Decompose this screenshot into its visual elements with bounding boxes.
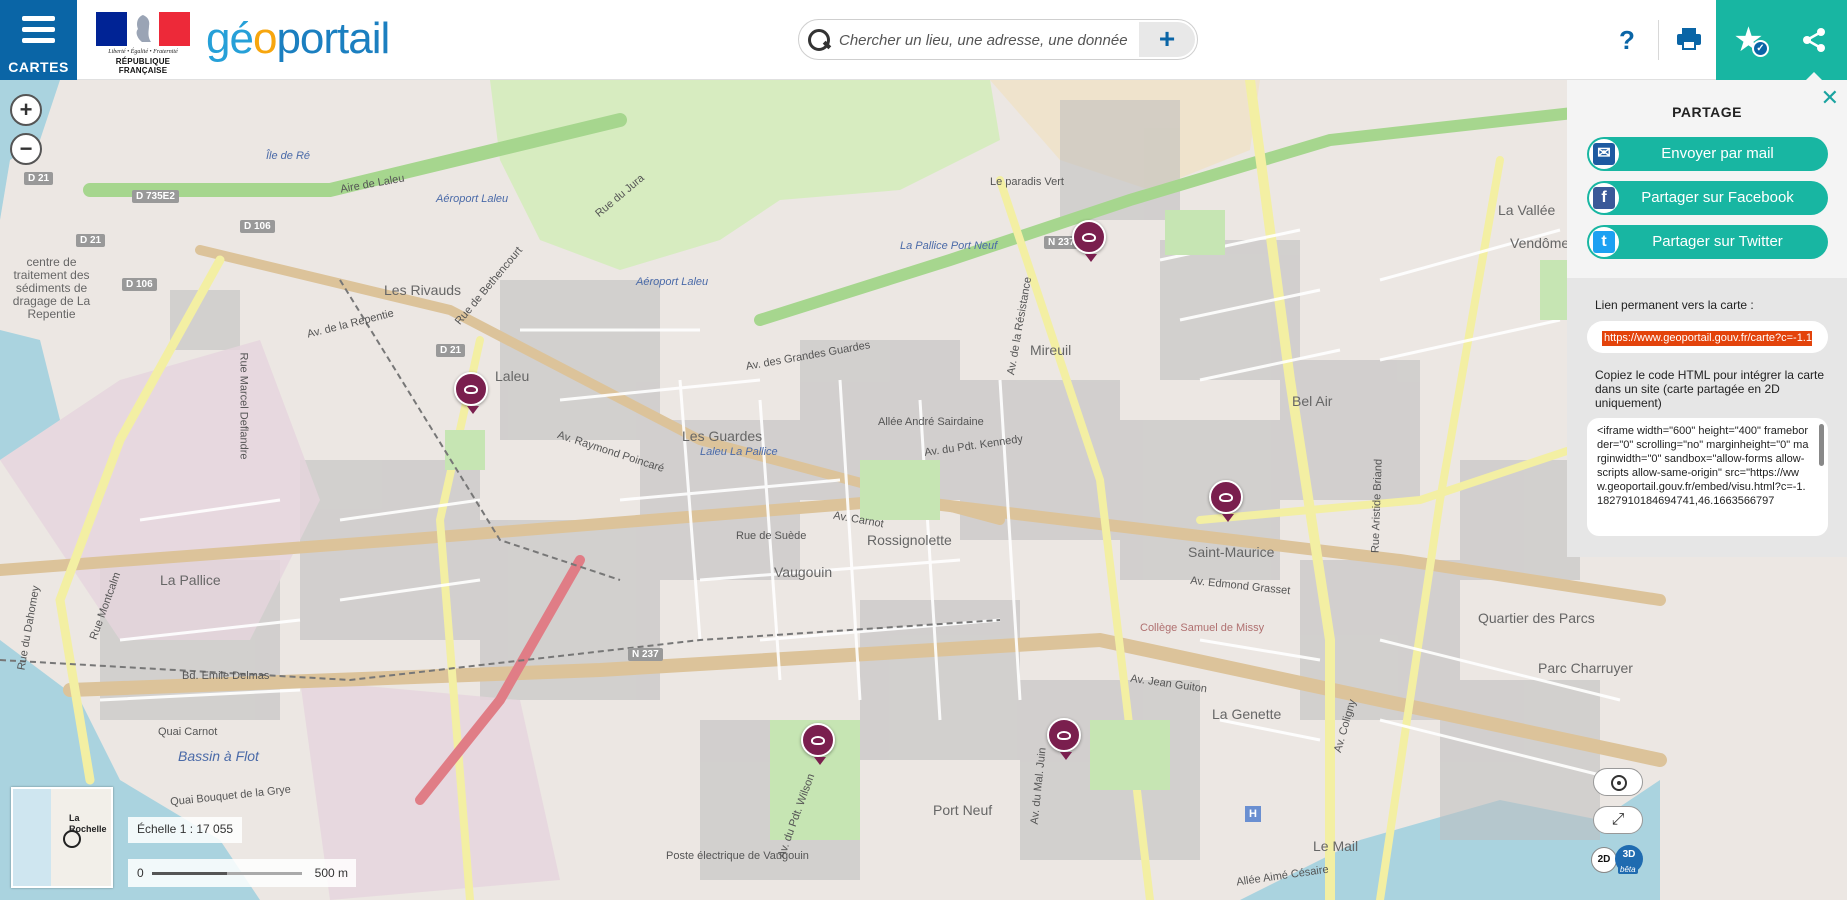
road-shield: N 237 xyxy=(628,648,663,661)
marianne-icon xyxy=(96,12,190,46)
zoom-in-button[interactable]: + xyxy=(10,94,42,126)
permalink-field[interactable]: https://www.geoportail.gouv.fr/carte?c=-… xyxy=(1587,321,1828,353)
top-bar: CARTES Liberté • Égalité • Fraternité RÉ… xyxy=(0,0,1847,81)
favorites-button[interactable]: ★ ✓ xyxy=(1716,0,1781,80)
share-panel: ✕ PARTAGE ✉ Envoyer par mail f Partager … xyxy=(1567,80,1847,557)
help-button[interactable]: ? xyxy=(1597,0,1657,80)
print-button[interactable] xyxy=(1658,0,1718,80)
cartes-menu-button[interactable]: CARTES xyxy=(0,0,77,80)
road-shield: D 21 xyxy=(24,172,54,185)
stadium-marker[interactable] xyxy=(454,372,488,414)
embed-code[interactable]: <iframe width="600" height="400" framebo… xyxy=(1597,424,1809,508)
rf-motto: Liberté • Égalité • Fraternité xyxy=(108,49,178,55)
checkmark-icon: ✓ xyxy=(1752,40,1769,57)
2d-button[interactable]: 2D xyxy=(1591,847,1617,873)
share-facebook-button[interactable]: f Partager sur Facebook xyxy=(1587,181,1828,215)
scale-bar: 0 500 m xyxy=(128,859,356,887)
dimension-toggle: 2D 3D bêta xyxy=(1591,845,1647,875)
stadium-marker[interactable] xyxy=(1072,220,1106,262)
hospital-icon: H xyxy=(1245,806,1261,822)
scale-indicator: Échelle 1 : 17 055 xyxy=(128,817,243,843)
minimap-target-icon xyxy=(63,830,81,848)
road-shield: D 21 xyxy=(436,344,466,357)
search-icon[interactable] xyxy=(808,29,830,51)
scrollbar[interactable] xyxy=(1819,424,1824,466)
hamburger-icon xyxy=(22,16,55,49)
zoom-out-button[interactable]: − xyxy=(10,133,42,165)
republique-francaise-logo: Liberté • Égalité • Fraternité RÉPUBLIQU… xyxy=(96,12,190,75)
menu-label: CARTES xyxy=(8,59,69,75)
stadium-marker[interactable] xyxy=(1209,480,1243,522)
share-button[interactable] xyxy=(1781,0,1847,81)
embed-label: Copiez le code HTML pour intégrer la car… xyxy=(1595,368,1824,410)
advanced-search-button[interactable]: + xyxy=(1139,22,1195,57)
permalink-value[interactable]: https://www.geoportail.gouv.fr/carte?c=-… xyxy=(1602,331,1812,346)
embed-code-textarea[interactable]: <iframe width="600" height="400" framebo… xyxy=(1587,418,1828,536)
stadium-marker[interactable] xyxy=(1047,718,1081,760)
overview-minimap[interactable]: La Rochelle xyxy=(11,787,113,888)
beta-badge: bêta xyxy=(1618,865,1638,874)
share-icon xyxy=(1803,28,1825,52)
crosshair-icon xyxy=(1611,775,1627,791)
geolocation-button[interactable] xyxy=(1593,768,1643,796)
road-shield: D 21 xyxy=(76,234,106,247)
share-twitter-button[interactable]: t Partager sur Twitter xyxy=(1587,225,1828,259)
rf-name: RÉPUBLIQUE FRANÇAISE xyxy=(115,57,171,75)
search-bar: + xyxy=(798,19,1198,60)
stadium-marker[interactable] xyxy=(801,723,835,765)
permalink-label: Lien permanent vers la carte : xyxy=(1595,298,1754,312)
search-input[interactable] xyxy=(839,28,1139,52)
printer-icon xyxy=(1677,28,1701,50)
fullscreen-button[interactable]: ⤢ xyxy=(1593,806,1643,834)
send-mail-button[interactable]: ✉ Envoyer par mail xyxy=(1587,137,1828,171)
road-shield: D 106 xyxy=(122,278,157,291)
road-shield: D 106 xyxy=(240,220,275,233)
fullscreen-icon: ⤢ xyxy=(1611,811,1625,828)
panel-title: PARTAGE xyxy=(1672,104,1742,120)
geoportail-logo[interactable]: géoportail xyxy=(206,14,390,64)
road-shield: D 735E2 xyxy=(132,190,179,203)
